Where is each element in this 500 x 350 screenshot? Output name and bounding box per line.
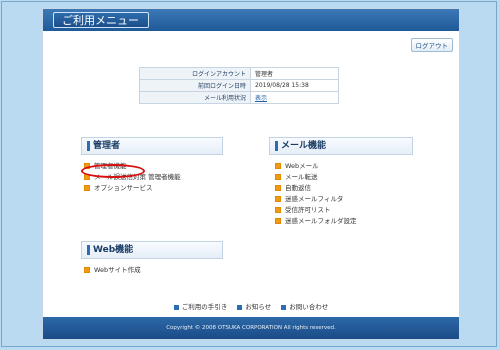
- bullet-icon: [84, 185, 90, 191]
- footer-bar: Copyright © 2008 OTSUKA CORPORATION All …: [43, 317, 459, 339]
- menu-item-label: 迷惑メールフォルダ設定: [285, 217, 357, 225]
- mail-menu-list: Webメール メール転送 自動返信 迷惑メールフィルタ 受信許可リスト 迷惑メー…: [275, 161, 357, 227]
- web-menu-list: Webサイト作成: [84, 265, 141, 276]
- menu-item-label: Webメール: [285, 162, 319, 170]
- footer-link-guide[interactable]: ご利用の手引き: [173, 303, 228, 311]
- menu-item-label: オプションサービス: [94, 184, 153, 192]
- section-marker-icon: [87, 244, 90, 255]
- square-icon: [237, 304, 243, 310]
- menu-item-spam-folder[interactable]: 迷惑メールフォルダ設定: [275, 216, 357, 227]
- menu-item-webmail[interactable]: Webメール: [275, 161, 357, 172]
- info-row-last-login: 前回ログイン日時 2019/08/28 15:38: [139, 79, 339, 92]
- menu-item-website-create[interactable]: Webサイト作成: [84, 265, 141, 276]
- footer-link-label: お知らせ: [245, 303, 272, 311]
- web-section-title: Web機能: [93, 245, 134, 255]
- bullet-icon: [275, 163, 281, 169]
- footer-link-label: ご利用の手引き: [181, 303, 228, 311]
- footer-link-news[interactable]: お知らせ: [237, 303, 271, 311]
- bullet-icon: [275, 218, 281, 224]
- info-key: 前回ログイン日時: [139, 79, 251, 92]
- bullet-icon: [275, 185, 281, 191]
- menu-item-spam-filter[interactable]: 迷惑メールフィルタ: [275, 194, 357, 205]
- account-info-table: ログインアカウント 管理者 前回ログイン日時 2019/08/28 15:38 …: [139, 67, 339, 104]
- info-row-account: ログインアカウント 管理者: [139, 67, 339, 80]
- mail-usage-link[interactable]: 表示: [255, 95, 267, 102]
- menu-item-label: 受信許可リスト: [285, 206, 331, 214]
- web-section-header: Web機能: [81, 241, 223, 259]
- mail-section-title: メール機能: [281, 141, 327, 151]
- info-value-cell: 表示: [250, 91, 339, 104]
- menu-item-label: 自動返信: [285, 184, 311, 192]
- admin-section-title: 管理者: [93, 141, 121, 151]
- menu-item-label: 迷惑メールフィルタ: [285, 195, 344, 203]
- info-value: 管理者: [250, 67, 339, 80]
- header-bar: ご利用メニュー: [43, 9, 459, 31]
- admin-section-header: 管理者: [81, 137, 223, 155]
- menu-item-label: Webサイト作成: [94, 266, 141, 274]
- menu-item-allow-list[interactable]: 受信許可リスト: [275, 205, 357, 216]
- info-value: 2019/08/28 15:38: [250, 79, 339, 92]
- bullet-icon: [275, 207, 281, 213]
- red-highlight-circle: [81, 164, 145, 178]
- mail-section-header: メール機能: [269, 137, 413, 155]
- footer-links: ご利用の手引き お知らせ お問い合わせ: [43, 301, 459, 311]
- section-marker-icon: [275, 140, 278, 151]
- menu-item-auto-reply[interactable]: 自動返信: [275, 183, 357, 194]
- section-marker-icon: [87, 140, 90, 151]
- menu-item-option-service[interactable]: オプションサービス: [84, 183, 181, 194]
- copyright-text: Copyright © 2008 OTSUKA CORPORATION All …: [166, 325, 336, 331]
- page-title: ご利用メニュー: [53, 12, 149, 28]
- square-icon: [173, 304, 179, 310]
- info-row-mail-usage: メール利用状況 表示: [139, 91, 339, 104]
- bullet-icon: [84, 267, 90, 273]
- footer-link-label: お問い合わせ: [289, 303, 329, 311]
- logout-button[interactable]: ログアウト: [410, 38, 453, 52]
- menu-item-mail-forward[interactable]: メール転送: [275, 172, 357, 183]
- bullet-icon: [275, 196, 281, 202]
- footer-link-contact[interactable]: お問い合わせ: [281, 303, 328, 311]
- info-key: ログインアカウント: [139, 67, 251, 80]
- info-key: メール利用状況: [139, 91, 251, 104]
- main-panel: ご利用メニュー ログアウト ログインアカウント 管理者 前回ログイン日時 201…: [42, 8, 460, 340]
- menu-item-label: メール転送: [285, 173, 318, 181]
- bullet-icon: [275, 174, 281, 180]
- square-icon: [281, 304, 287, 310]
